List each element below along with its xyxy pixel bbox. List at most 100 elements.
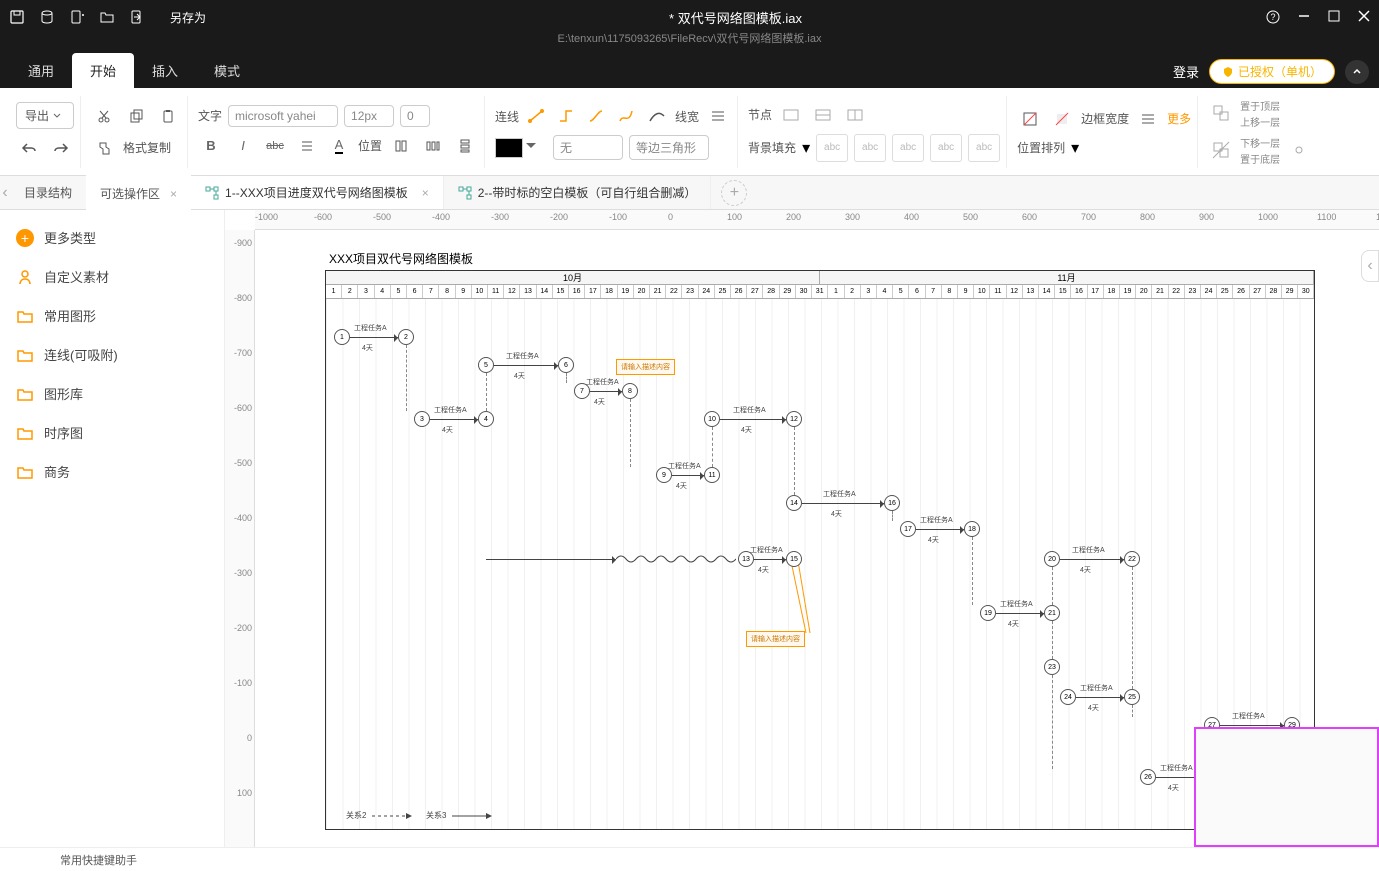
- activity-node[interactable]: 20: [1044, 551, 1060, 567]
- callout-1[interactable]: 请输入描述内容: [616, 359, 675, 375]
- strike-icon[interactable]: abc: [262, 133, 288, 159]
- sidebar-item[interactable]: 自定义素材: [0, 257, 224, 296]
- activity-node[interactable]: 1: [334, 329, 350, 345]
- activity-node[interactable]: 8: [622, 383, 638, 399]
- node-style-1[interactable]: [778, 102, 804, 128]
- export-button[interactable]: 导出: [16, 102, 74, 129]
- db-icon[interactable]: [38, 8, 56, 26]
- bg-fill-label[interactable]: 背景填充: [748, 139, 796, 156]
- minimize-icon[interactable]: [1297, 9, 1311, 25]
- side-tab-workspace[interactable]: 可选操作区×: [86, 175, 191, 210]
- save-icon[interactable]: [8, 8, 26, 26]
- doc-tab-1[interactable]: 1--XXX项目进度双代号网络图模板×: [191, 176, 444, 209]
- activity-node[interactable]: 24: [1060, 689, 1076, 705]
- copy-icon[interactable]: [123, 103, 149, 129]
- text-style-3[interactable]: abc: [892, 134, 924, 162]
- ungroup-icon[interactable]: [1208, 137, 1234, 163]
- help-icon[interactable]: ?: [1265, 9, 1281, 25]
- conn-arc-icon[interactable]: [645, 104, 669, 128]
- tab-start[interactable]: 开始: [72, 53, 134, 88]
- doc-tab-2[interactable]: 2--带时标的空白模板（可自行组合删减）: [444, 176, 712, 209]
- activity-node[interactable]: 22: [1124, 551, 1140, 567]
- sidebar-item[interactable]: 常用图形: [0, 296, 224, 335]
- conn-elbow-icon[interactable]: [555, 104, 579, 128]
- bold-icon[interactable]: B: [198, 133, 224, 159]
- activity-node[interactable]: 19: [980, 605, 996, 621]
- pos-arrange-label[interactable]: 位置排列: [1017, 139, 1065, 156]
- node-style-2[interactable]: [810, 102, 836, 128]
- activity-node[interactable]: 3: [414, 411, 430, 427]
- redo-icon[interactable]: [48, 135, 74, 161]
- activity-node[interactable]: 9: [656, 467, 672, 483]
- activity-node[interactable]: 18: [964, 521, 980, 537]
- sidebar-item[interactable]: 图形库: [0, 374, 224, 413]
- format-painter-icon[interactable]: [91, 135, 117, 161]
- text-style-5[interactable]: abc: [968, 134, 1000, 162]
- chart-body[interactable]: 关系2 关系3 请输入描述内容 请输入描述内容 工程任务A4天工程任务A4天工程…: [326, 299, 1314, 829]
- sidebar-item[interactable]: 时序图: [0, 413, 224, 452]
- maximize-icon[interactable]: [1327, 9, 1341, 25]
- activity-node[interactable]: 12: [786, 411, 802, 427]
- save-as-button[interactable]: 另存为: [170, 9, 206, 26]
- add-tab-button[interactable]: +: [721, 180, 747, 206]
- group-icon[interactable]: [1208, 100, 1234, 126]
- activity-node[interactable]: 26: [1140, 769, 1156, 785]
- italic-icon[interactable]: I: [230, 133, 256, 159]
- export-icon[interactable]: [128, 8, 146, 26]
- activity-node[interactable]: 2: [398, 329, 414, 345]
- activity-node[interactable]: 10: [704, 411, 720, 427]
- sidebar-item[interactable]: 连线(可吸附): [0, 335, 224, 374]
- activity-node[interactable]: 14: [786, 495, 802, 511]
- distribute-h-icon[interactable]: [420, 133, 446, 159]
- line-style-select[interactable]: 无: [553, 135, 623, 160]
- paste-icon[interactable]: [155, 103, 181, 129]
- activity-node[interactable]: 4: [478, 411, 494, 427]
- undo-icon[interactable]: [16, 135, 42, 161]
- conn-free-icon[interactable]: [615, 104, 639, 128]
- text-style-4[interactable]: abc: [930, 134, 962, 162]
- text-orient-icon[interactable]: [388, 133, 414, 159]
- activity-node[interactable]: 23: [1044, 659, 1060, 675]
- no-border-icon[interactable]: [1049, 106, 1075, 132]
- new-icon[interactable]: [68, 8, 86, 26]
- line-color-picker[interactable]: [495, 138, 523, 158]
- close-icon[interactable]: [1357, 9, 1371, 25]
- minimap[interactable]: [1194, 727, 1379, 847]
- activity-node[interactable]: 6: [558, 357, 574, 373]
- align-icon[interactable]: [294, 133, 320, 159]
- activity-node[interactable]: 25: [1124, 689, 1140, 705]
- font-size-select[interactable]: 12px: [344, 105, 394, 127]
- text-style-1[interactable]: abc: [816, 134, 848, 162]
- collapse-ribbon-icon[interactable]: [1345, 60, 1369, 84]
- open-icon[interactable]: [98, 8, 116, 26]
- conn-straight-icon[interactable]: [525, 104, 549, 128]
- arrow-type-select[interactable]: 等边三角形: [629, 135, 709, 160]
- sidebar-item[interactable]: 商务: [0, 452, 224, 491]
- sidebar-item[interactable]: +更多类型: [0, 218, 224, 257]
- border-color-icon[interactable]: [1017, 106, 1043, 132]
- activity-node[interactable]: 17: [900, 521, 916, 537]
- more-link[interactable]: 更多: [1167, 110, 1191, 127]
- tab-mode[interactable]: 模式: [196, 53, 258, 88]
- text-style-2[interactable]: abc: [854, 134, 886, 162]
- activity-node[interactable]: 16: [884, 495, 900, 511]
- activity-node[interactable]: 13: [738, 551, 754, 567]
- tab-general[interactable]: 通用: [10, 53, 72, 88]
- login-button[interactable]: 登录: [1173, 62, 1199, 81]
- activity-node[interactable]: 15: [786, 551, 802, 567]
- activity-node[interactable]: 7: [574, 383, 590, 399]
- side-tab-outline[interactable]: 目录结构: [10, 176, 86, 209]
- activity-node[interactable]: 11: [704, 467, 720, 483]
- font-color-icon[interactable]: A: [326, 133, 352, 159]
- scroll-left-icon[interactable]: ‹: [0, 184, 10, 202]
- tab-insert[interactable]: 插入: [134, 53, 196, 88]
- link-icon[interactable]: [1286, 137, 1312, 163]
- activity-node[interactable]: 21: [1044, 605, 1060, 621]
- panel-toggle[interactable]: ‹: [1361, 250, 1379, 282]
- license-badge[interactable]: 已授权（单机）: [1209, 59, 1335, 84]
- node-style-3[interactable]: [842, 102, 868, 128]
- cut-icon[interactable]: [91, 103, 117, 129]
- network-diagram[interactable]: 10月11月 123456789101112131415161718192021…: [325, 270, 1315, 830]
- border-width-picker[interactable]: [1135, 106, 1161, 132]
- spacing-select[interactable]: 0: [400, 105, 430, 127]
